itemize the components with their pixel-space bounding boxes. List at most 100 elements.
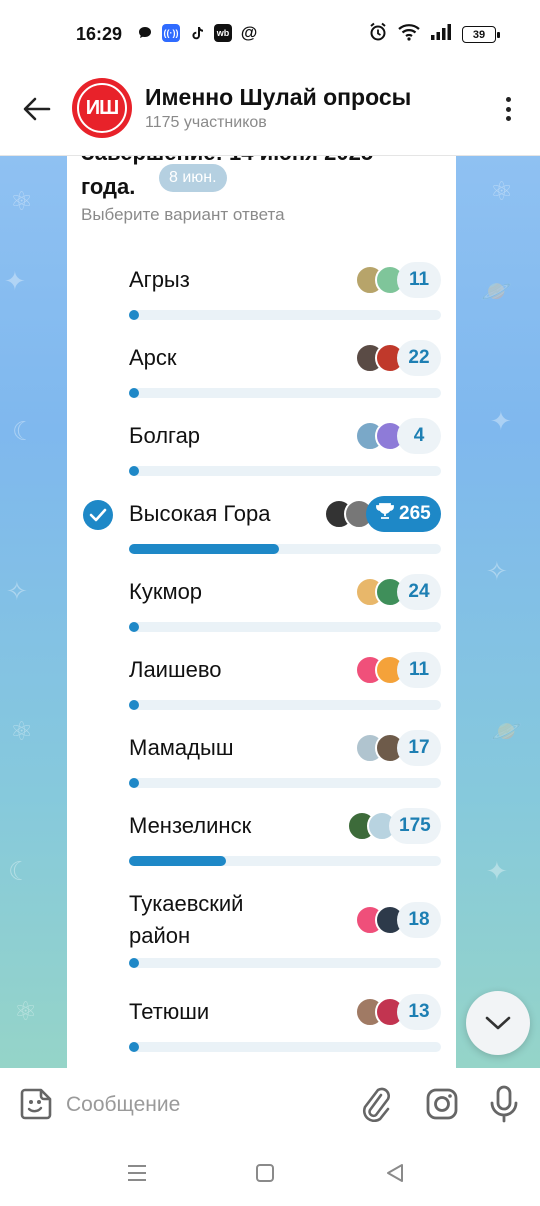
alarm-icon [368,22,388,47]
poll-option-voters: 18 [355,902,441,938]
tiktok-icon [188,24,206,42]
vote-bar [129,544,441,554]
vote-bar [129,958,441,968]
chevron-down-icon [485,1016,511,1030]
at-icon: @ [240,23,258,42]
poll-hint: Выберите вариант ответа [81,205,285,224]
poll-question-line2: года. [81,174,136,199]
sticker-button[interactable] [18,1086,54,1122]
vote-bar [129,856,441,866]
vote-bar [129,388,441,398]
chat-title[interactable]: Именно Шулай опросы [145,84,411,111]
poll-option-voters: 13 [355,994,441,1030]
poll-option[interactable]: Кукмор 24 [67,574,456,654]
system-navigation-bar [0,1140,540,1206]
status-bar: 16:29 ((·)) wb @ 39 [0,0,540,70]
vote-bar-fill [129,622,139,632]
attach-button[interactable] [358,1086,392,1123]
wifi-icon [398,23,420,46]
triangle-back-icon [387,1164,403,1182]
poll-option-voters: 11 [355,652,441,688]
dot-icon [505,116,511,121]
vote-count: 24 [397,574,441,610]
vote-bar-fill [129,856,226,866]
poll-option-voters: 175 [347,808,441,844]
paperclip-icon [363,1087,390,1123]
poll-option[interactable]: Мензелинск 175 [67,808,456,888]
poll-option-voters: 11 [355,262,441,298]
scroll-down-button[interactable] [466,991,530,1055]
radio-icon: ((·)) [162,24,180,42]
poll-option-voters: 24 [355,574,441,610]
poll-question-line1: Завершение: 14 июня 2025 [81,156,373,166]
recent-apps-button[interactable] [124,1160,150,1186]
arrow-left-icon [23,97,51,121]
poll-option-label: Мамадыш [129,735,234,760]
poll-option-label: Тетюши [129,999,210,1024]
avatar-initials: ИШ [77,83,127,133]
poll-option[interactable]: Высокая Гора 265 [67,496,456,576]
message-input[interactable] [66,1090,336,1120]
battery-icon: 39 [462,26,500,43]
vote-bar [129,310,441,320]
vote-bar [129,1042,441,1052]
atom-doodle-icon: ⚛ [10,716,34,746]
camera-button[interactable] [424,1086,460,1122]
back-nav-button[interactable] [382,1160,408,1186]
vote-bar-fill [129,1042,139,1052]
poll-option[interactable]: Мамадыш 17 [67,730,456,810]
checkmark-icon [83,500,113,530]
chat-bubble-icon [136,24,154,42]
vote-bar-fill [129,778,139,788]
atom-doodle-icon: ⚛ [490,176,514,206]
star-doodle-icon: ✦ [486,856,508,886]
camera-icon [426,1088,458,1120]
trophy-icon [376,503,399,525]
vote-bar-fill [129,310,139,320]
poll-message: Завершение: 14 июня 2025 года. Выберите … [67,156,456,1068]
poll-option[interactable]: Тукаевский район 18 [67,888,456,968]
atom-doodle-icon: ⚛ [10,186,34,216]
vote-count-value: 11 [408,269,430,290]
vote-bar-fill [129,700,139,710]
vote-count-value: 265 [399,503,431,524]
poll-option-voters: 4 [355,418,441,454]
moon-doodle-icon: ☾ [12,416,36,446]
vote-count: 18 [397,902,441,938]
vote-count-value: 22 [408,347,430,368]
vote-count: 11 [397,262,441,298]
planet-doodle-icon: 🪐 [490,716,523,746]
poll-option[interactable]: Тетюши 13 [67,994,456,1068]
signal-icon [430,23,452,46]
menu-lines-icon [128,1165,146,1181]
vote-count-value: 11 [408,659,430,680]
chat-background: ⚛ ✦ ☾ ✧ ⚛ ☾ ⚛ ⚛ 🪐 ✦ ✧ 🪐 ✦ Завершение: 14… [0,156,540,1068]
vote-count: 265 [366,496,441,532]
home-button[interactable] [252,1160,278,1186]
vote-bar-fill [129,544,279,554]
poll-option[interactable]: Болгар 4 [67,418,456,498]
poll-option-label: Болгар [129,423,201,448]
vote-count-value: 175 [399,815,431,836]
poll-option[interactable]: Агрыз 11 [67,262,456,342]
system-icons: 39 [368,22,500,47]
poll-option[interactable]: Лаишево 11 [67,652,456,732]
vote-count: 17 [397,730,441,766]
vote-count: 22 [397,340,441,376]
vote-count: 175 [389,808,441,844]
poll-option-voters: 265 [324,496,441,532]
poll-option-voters: 22 [355,340,441,376]
poll-option-label: Высокая Гора [129,501,271,526]
vote-count-value: 13 [408,1001,430,1022]
poll-option[interactable]: Арск 22 [67,340,456,420]
poll-option-label: Тукаевский район [129,891,244,948]
poll-option-label: Агрыз [129,267,190,292]
chat-avatar[interactable]: ИШ [72,78,132,138]
dot-icon [505,97,511,102]
more-menu-button[interactable] [498,94,518,124]
vote-bar [129,700,441,710]
back-button[interactable] [20,92,54,126]
vote-count-value: 4 [413,425,425,446]
microphone-button[interactable] [486,1084,522,1124]
star-doodle-icon: ✦ [490,406,512,436]
